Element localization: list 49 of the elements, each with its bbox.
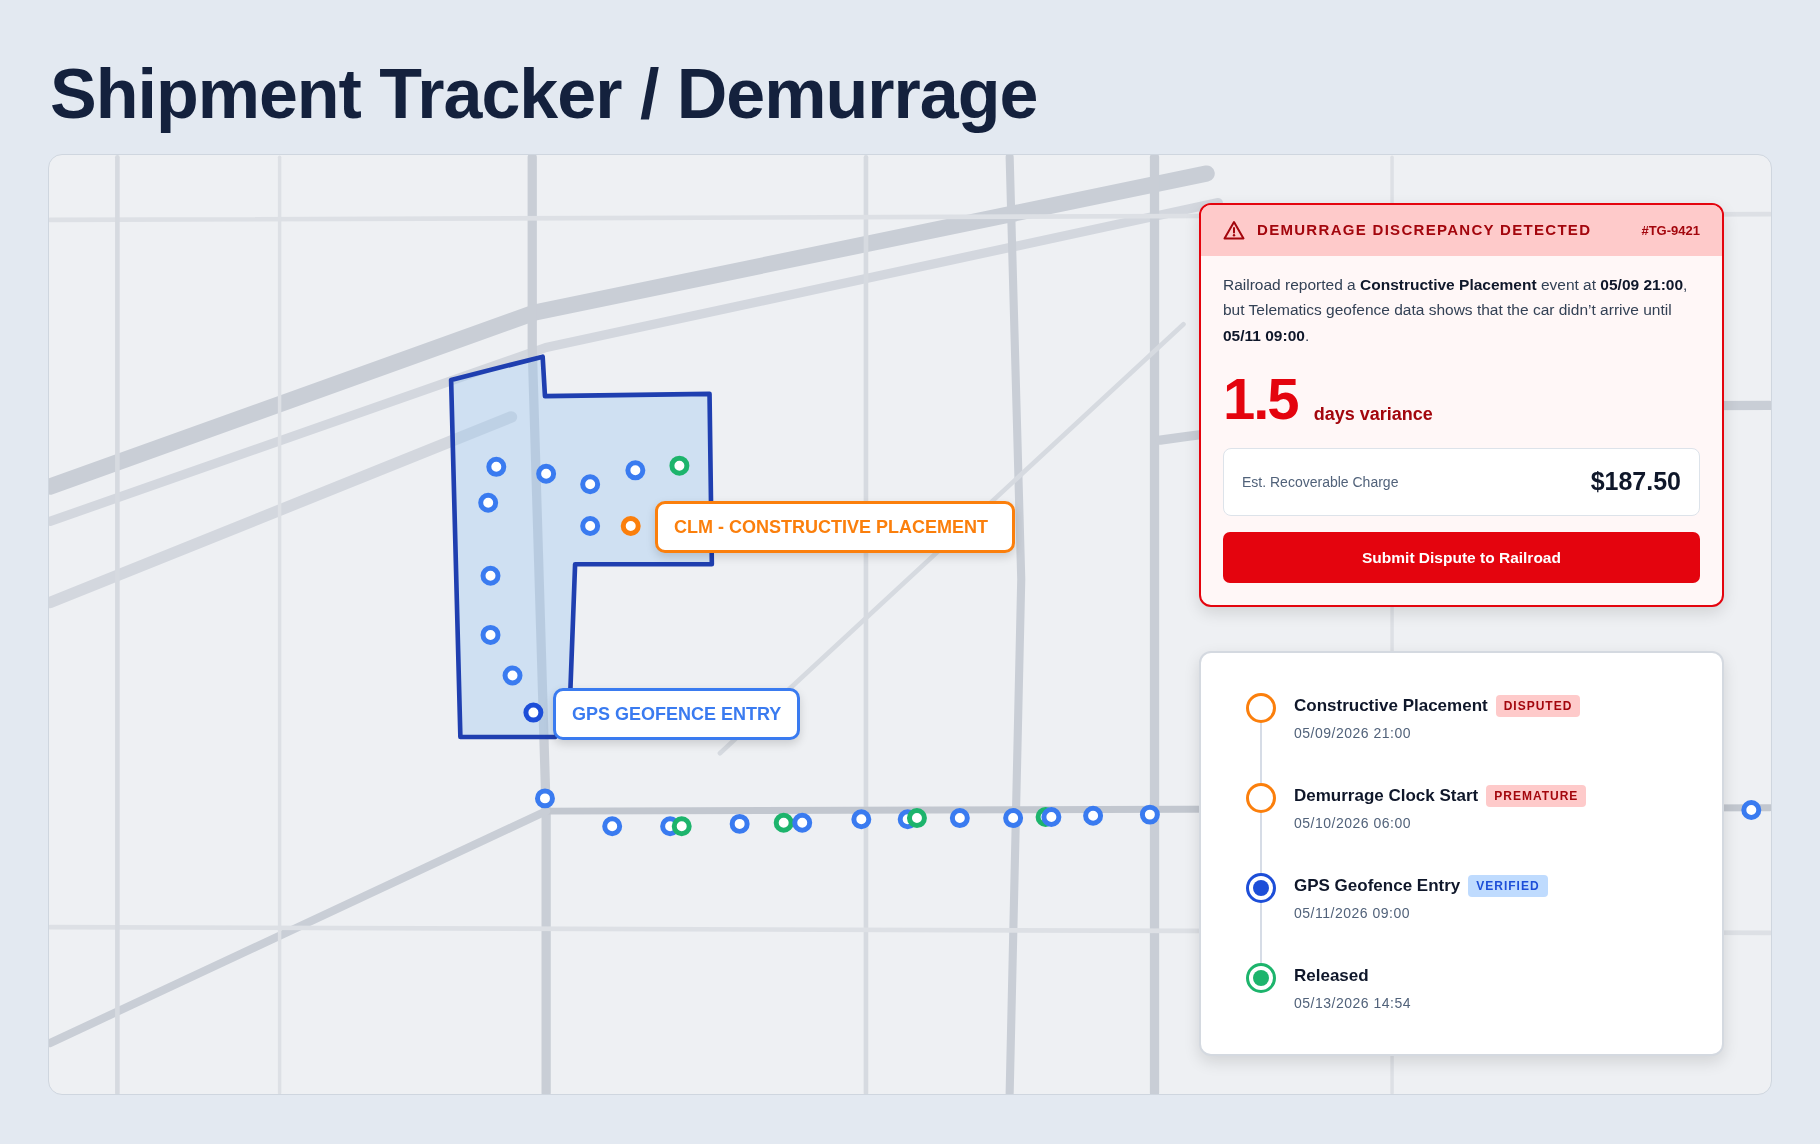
gps-ping-marker[interactable] — [478, 492, 499, 513]
gps-ping-marker[interactable] — [535, 788, 555, 809]
gps-ping-marker[interactable] — [671, 816, 692, 837]
event-title: Constructive Placement — [1294, 695, 1488, 717]
warning-icon — [1223, 220, 1245, 241]
event-time: 05/10/2026 06:00 — [1294, 813, 1412, 833]
gps-ping-marker[interactable] — [625, 460, 646, 481]
event-time: 05/11/2026 09:00 — [1294, 903, 1411, 923]
status-badge: DISPUTED — [1495, 694, 1581, 717]
page-title: Shipment Tracker / Demurrage — [50, 54, 1039, 135]
charge-label: Est. Recoverable Charge — [1242, 472, 1399, 492]
gps-ping-marker[interactable] — [480, 565, 501, 586]
gps-ping-marker[interactable] — [792, 812, 813, 833]
alert-message: Railroad reported a Constructive Placement event at 05/09 21:00, but Telematics geofence data shows that the car didn’t arrive until 05/11 09:00. — [1222, 274, 1689, 346]
gps-ping-marker[interactable] — [580, 474, 601, 495]
gps-ping-marker[interactable] — [851, 809, 872, 830]
event-title: GPS Geofence Entry — [1294, 875, 1461, 897]
event-title: Released — [1294, 965, 1369, 987]
gps-ping-marker[interactable] — [669, 455, 690, 476]
event-time: 05/13/2026 14:54 — [1294, 993, 1411, 1013]
gps-ping-marker[interactable] — [480, 624, 501, 645]
gps-ping-marker[interactable] — [620, 516, 641, 536]
gps-ping-marker[interactable] — [502, 665, 523, 686]
variance-value: 1.5 — [1223, 370, 1298, 429]
gps-ping-marker[interactable] — [486, 456, 507, 477]
gps-ping-marker[interactable] — [1139, 804, 1160, 825]
gps-ping-marker[interactable] — [1741, 800, 1762, 820]
gps-ping-marker[interactable] — [949, 808, 970, 829]
gps-ping-marker[interactable] — [773, 812, 794, 833]
gps-ping-marker[interactable] — [1041, 806, 1062, 827]
charge-value: $187.50 — [1590, 466, 1681, 498]
gps-ping-marker[interactable] — [536, 463, 557, 484]
variance-label: days variance — [1313, 403, 1433, 427]
map-callout: GPS GEOFENCE ENTRY — [553, 688, 801, 740]
alert-title: DEMURRAGE DISCREPANCY DETECTED — [1257, 220, 1593, 240]
gps-ping-marker[interactable] — [1083, 805, 1104, 826]
gps-ping-marker[interactable] — [580, 516, 601, 536]
gps-ping-marker[interactable] — [906, 808, 927, 829]
gps-ping-marker[interactable] — [729, 813, 750, 834]
map-callout: CLM - CONSTRUCTIVE PLACEMENT — [655, 501, 1015, 553]
gps-ping-marker[interactable] — [602, 816, 623, 837]
status-badge: VERIFIED — [1468, 874, 1548, 897]
ticket-id: #TG-9421 — [1641, 221, 1700, 240]
event-time: 05/09/2026 21:00 — [1294, 723, 1412, 743]
submit-dispute-button[interactable]: Submit Dispute to Railroad — [1223, 532, 1700, 584]
status-badge: PREMATURE — [1486, 784, 1587, 807]
gps-ping-marker[interactable] — [1003, 808, 1024, 829]
gps-ping-marker[interactable] — [523, 702, 544, 723]
event-title: Demurrage Clock Start — [1294, 785, 1479, 807]
